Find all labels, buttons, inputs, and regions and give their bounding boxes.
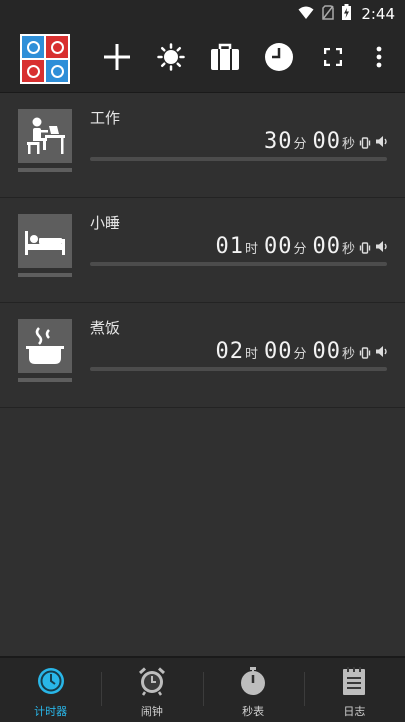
timer-icon — [36, 666, 66, 700]
app-toolbar — [0, 28, 405, 93]
timer-name: 小睡 — [90, 214, 121, 232]
desk-worker-icon — [18, 109, 72, 163]
vibrate-icon[interactable] — [359, 344, 371, 363]
notepad-icon — [341, 666, 367, 700]
bed-icon — [18, 214, 72, 268]
briefcase-button[interactable] — [208, 42, 242, 76]
more-vert-icon — [376, 46, 382, 72]
nav-tab-log[interactable]: 日志 — [303, 658, 405, 722]
clock-icon — [264, 42, 294, 76]
second-unit: 秒 — [341, 242, 355, 257]
status-time: 2:44 — [361, 5, 395, 23]
nav-tab-stopwatch[interactable]: 秒表 — [202, 658, 304, 722]
cooking-pot-icon — [18, 319, 72, 373]
nav-divider — [303, 672, 305, 706]
seconds-value: 00 — [312, 234, 341, 259]
timer-name: 煮饭 — [90, 319, 121, 337]
wifi-icon — [298, 5, 314, 24]
hour-unit: 时 — [244, 242, 258, 257]
nav-tab-timer[interactable]: 计时器 — [0, 658, 101, 722]
nav-label: 闹钟 — [140, 705, 163, 718]
nav-label: 计时器 — [34, 705, 68, 718]
vibrate-icon[interactable] — [359, 239, 371, 258]
timer-icon-underline — [18, 168, 72, 172]
fullscreen-button[interactable] — [316, 42, 350, 76]
stopwatch-alarm-logo[interactable] — [20, 34, 70, 84]
timer-duration: 02 时 00 分 00 秒 — [215, 339, 355, 364]
timer-row[interactable]: 小睡 01 时 00 分 00 秒 — [0, 198, 405, 303]
hours-value: 02 — [215, 339, 244, 364]
brightness-button[interactable] — [154, 42, 188, 76]
sound-icon[interactable] — [375, 133, 389, 152]
fullscreen-icon — [323, 47, 343, 70]
timer-icon-underline — [18, 273, 72, 277]
timer-icon-underline — [18, 378, 72, 382]
overflow-menu-button[interactable] — [362, 42, 396, 76]
sound-icon[interactable] — [375, 343, 389, 362]
briefcase-icon — [210, 43, 240, 75]
timer-progress-bar — [90, 262, 387, 266]
minute-unit: 分 — [293, 137, 307, 152]
timer-duration: 30 分 00 秒 — [264, 129, 355, 154]
stopwatch-icon — [238, 666, 268, 700]
sound-icon[interactable] — [375, 238, 389, 257]
add-icon — [103, 43, 131, 75]
minutes-value: 00 — [263, 234, 293, 259]
timer-duration: 01 时 00 分 00 秒 — [215, 234, 355, 259]
no-sim-icon — [322, 4, 335, 24]
minutes-value: 30 — [263, 129, 293, 154]
second-unit: 秒 — [341, 137, 355, 152]
hours-value: 01 — [215, 234, 244, 259]
hour-unit: 时 — [244, 347, 258, 362]
timer-progress-bar — [90, 157, 387, 161]
battery-charging-icon — [342, 4, 352, 24]
add-timer-button[interactable] — [100, 42, 134, 76]
nav-label: 日志 — [343, 705, 366, 718]
timer-name: 工作 — [90, 109, 121, 127]
timer-row[interactable]: 煮饭 02 时 00 分 00 秒 — [0, 303, 405, 408]
alarm-clock-icon — [137, 666, 167, 700]
seconds-value: 00 — [312, 339, 341, 364]
bottom-nav: 计时器 闹钟 秒表 日志 — [0, 656, 405, 722]
nav-tab-alarm[interactable]: 闹钟 — [101, 658, 202, 722]
vibrate-icon[interactable] — [359, 134, 371, 153]
minute-unit: 分 — [293, 347, 307, 362]
timer-row[interactable]: 工作 30 分 00 秒 — [0, 93, 405, 198]
clock-button[interactable] — [262, 42, 296, 76]
second-unit: 秒 — [341, 347, 355, 362]
minute-unit: 分 — [293, 242, 307, 257]
minutes-value: 00 — [263, 339, 293, 364]
status-bar: 2:44 — [0, 0, 405, 28]
nav-label: 秒表 — [242, 705, 265, 718]
brightness-icon — [157, 43, 185, 75]
nav-divider — [202, 672, 204, 706]
seconds-value: 00 — [312, 129, 341, 154]
timer-progress-bar — [90, 367, 387, 371]
nav-divider — [101, 672, 103, 706]
